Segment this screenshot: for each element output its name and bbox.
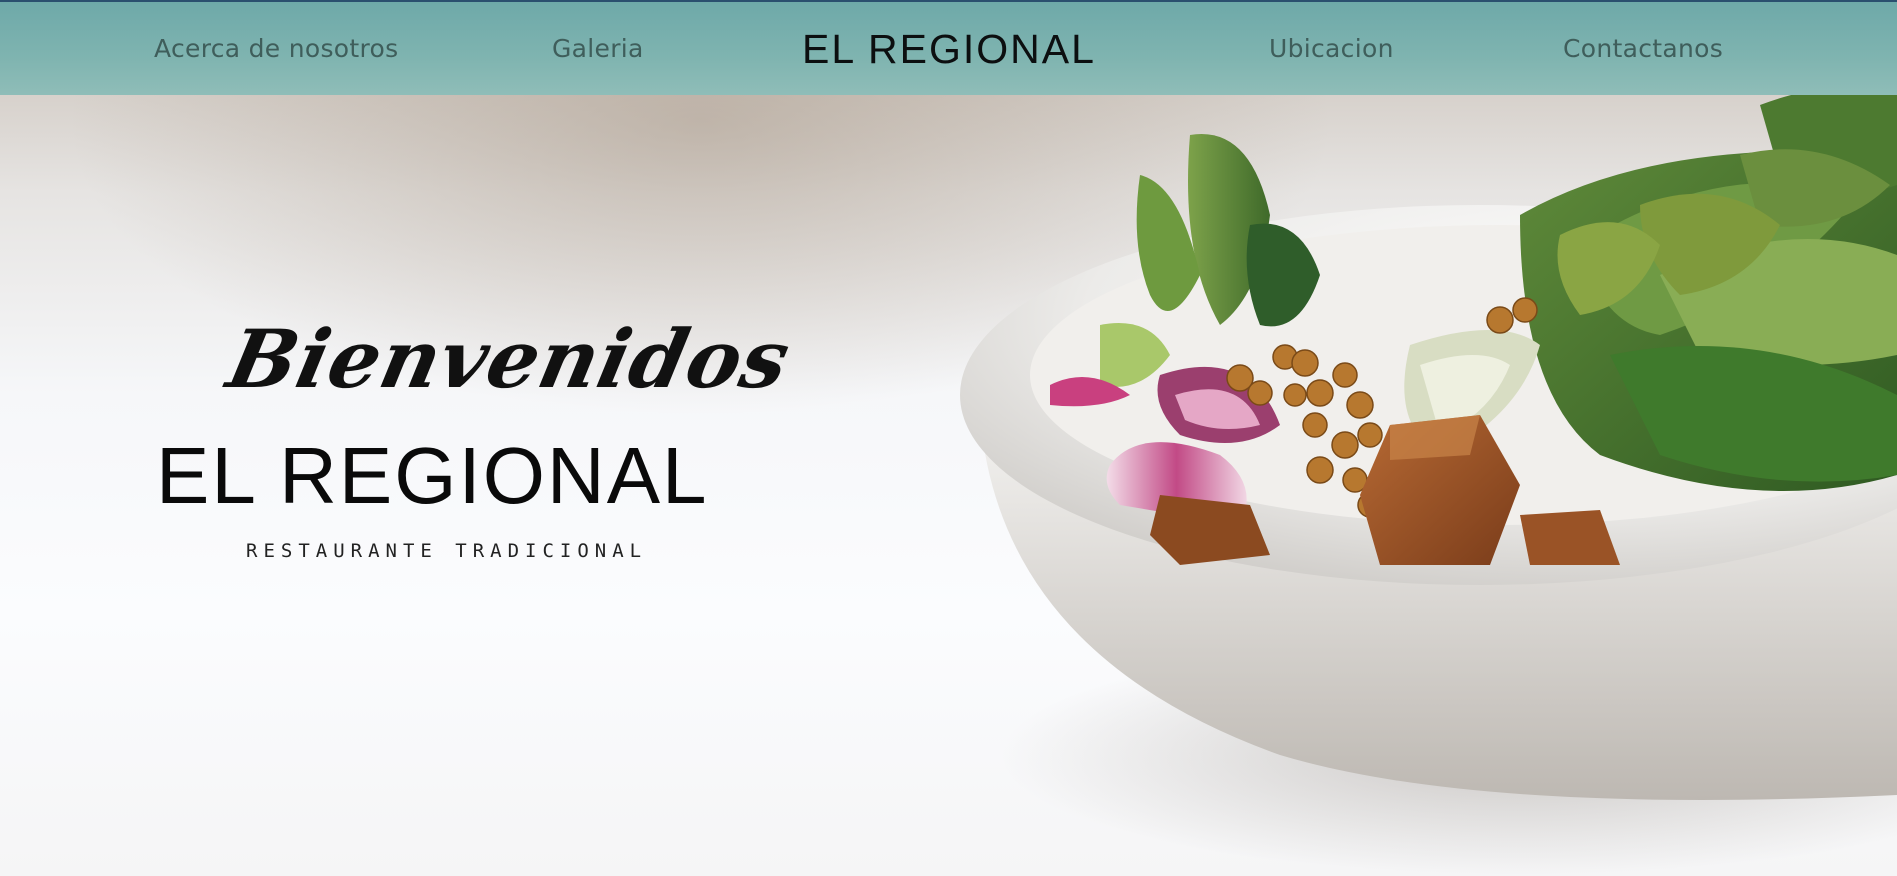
nav-brand-logo[interactable]: EL REGIONAL (802, 26, 1096, 73)
nav-link-gallery[interactable]: Galeria (552, 34, 644, 63)
nav-link-location[interactable]: Ubicacion (1269, 34, 1394, 63)
salad-bowl-image (960, 95, 1897, 875)
nav-link-about[interactable]: Acerca de nosotros (154, 34, 398, 63)
hero-subtitle: RESTAURANTE TRADICIONAL (246, 540, 648, 562)
hero-title: EL REGIONAL (156, 431, 709, 520)
hero-greeting: Bienvenidos (220, 312, 799, 406)
landing-page: Acerca de nosotros Galeria EL REGIONAL U… (0, 0, 1897, 876)
top-navbar: Acerca de nosotros Galeria EL REGIONAL U… (0, 0, 1897, 95)
nav-link-contact[interactable]: Contactanos (1563, 34, 1723, 63)
